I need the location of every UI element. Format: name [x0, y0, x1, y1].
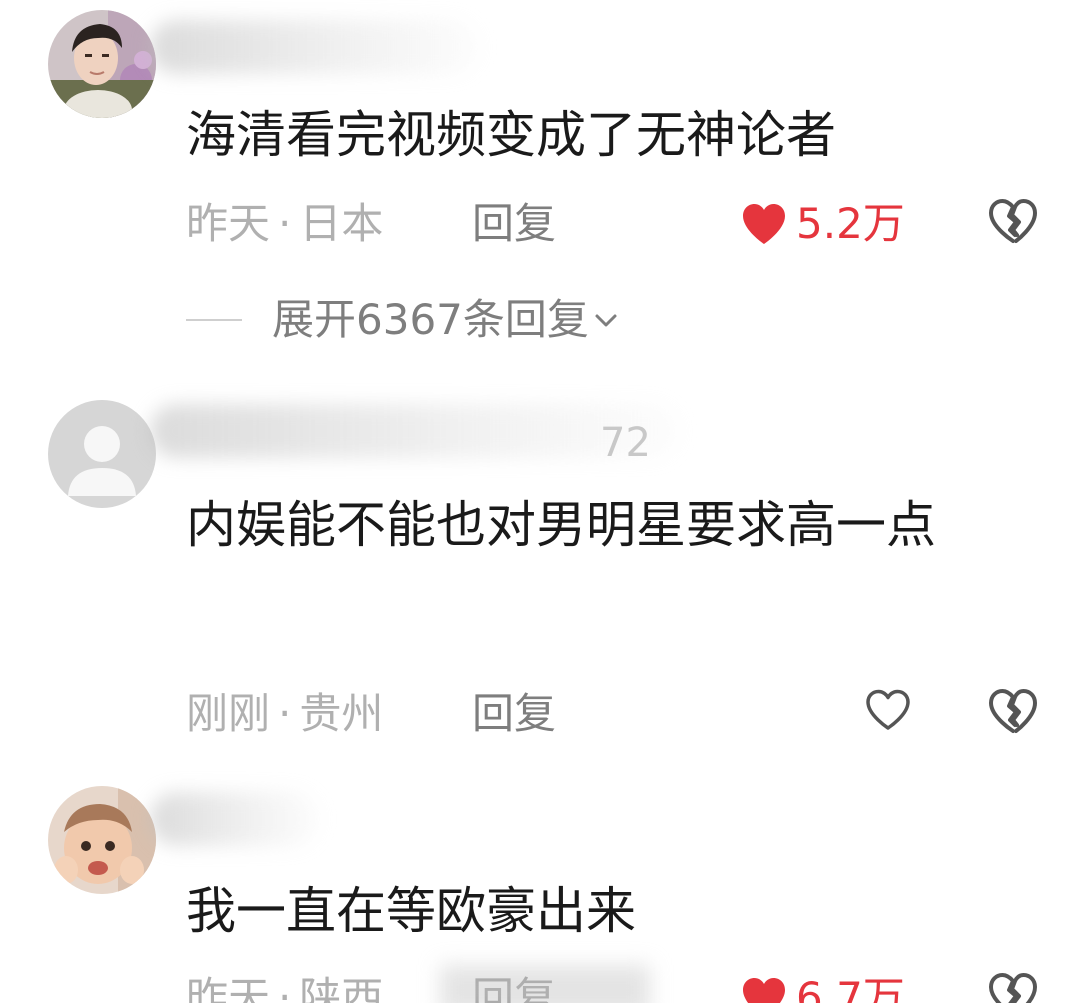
comment-text: 海清看完视频变成了无神论者 [186, 106, 836, 164]
like-count: 6.7万 [796, 973, 905, 1003]
comment-text: 内娱能不能也对男明星要求高一点 [186, 496, 936, 554]
username-fragment: 72 [600, 420, 651, 466]
comment-meta: 刚刚 · 贵州 [186, 684, 383, 744]
comment-meta: 昨天 · 日本 [186, 194, 383, 254]
dislike-button[interactable] [988, 688, 1038, 734]
separator: · [278, 973, 292, 1003]
comment-time: 昨天 [186, 973, 271, 1003]
broken-heart-icon [989, 199, 1037, 243]
like-count: 5.2万 [796, 199, 905, 248]
username-blurred[interactable] [150, 792, 320, 846]
expand-replies-button[interactable]: 展开6367条回复 [186, 292, 621, 348]
broken-heart-icon [989, 689, 1037, 733]
expand-replies-label: 展开6367条回复 [272, 295, 589, 344]
comment-list: 海清看完视频变成了无神论者 昨天·日本 回复 5.2万 展开6367条回复 [0, 0, 1092, 1003]
separator: · [278, 199, 292, 248]
comment-location: 贵州 [299, 689, 384, 738]
comment-location: 日本 [299, 199, 384, 248]
reply-button[interactable]: 回复 [472, 684, 556, 744]
comment-location: 陕西 [299, 973, 384, 1003]
avatar[interactable] [48, 10, 156, 118]
like-button[interactable] [864, 688, 912, 732]
separator: · [278, 689, 292, 738]
username-blurred[interactable] [150, 20, 480, 74]
like-button[interactable]: 6.7万 [740, 968, 905, 1003]
divider-line [186, 319, 242, 321]
heart-outline-icon [866, 689, 910, 730]
comment-time: 刚刚 [186, 689, 271, 738]
comment-time: 昨天 [186, 199, 271, 248]
like-button[interactable]: 5.2万 [740, 194, 905, 254]
dislike-button[interactable] [988, 198, 1038, 244]
blurred-overlay [440, 965, 650, 1003]
heart-filled-icon [743, 204, 785, 244]
chevron-down-icon [595, 314, 617, 327]
avatar[interactable] [48, 400, 156, 508]
broken-heart-icon [989, 973, 1037, 1003]
comment-text: 我一直在等欧豪出来 [186, 882, 636, 940]
reply-button[interactable]: 回复 [472, 194, 556, 254]
dislike-button[interactable] [988, 972, 1038, 1003]
avatar[interactable] [48, 786, 156, 894]
comment-meta: 昨天 · 陕西 [186, 968, 383, 1003]
heart-filled-icon [743, 978, 785, 1003]
